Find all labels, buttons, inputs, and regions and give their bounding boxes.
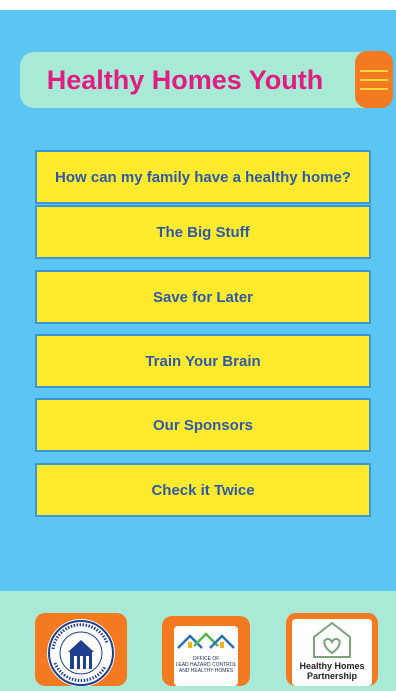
nav-button-label: Save for Later bbox=[152, 288, 254, 306]
menu-button[interactable] bbox=[355, 51, 393, 108]
sponsor-footer: OFFICE OF LEAD HAZARD CONTROL AND HEALTH… bbox=[0, 591, 396, 691]
nav-button-label: Our Sponsors bbox=[152, 416, 253, 434]
hhp-line1: Healthy Homes bbox=[299, 661, 365, 671]
hhp-line2: Partnership bbox=[306, 671, 357, 681]
nav-button-our-sponsors[interactable]: Our Sponsors bbox=[35, 398, 371, 452]
hud-seal-logo bbox=[47, 619, 115, 687]
healthy-homes-partnership-sponsor-button[interactable]: Healthy Homes Partnership bbox=[286, 613, 378, 686]
app-header: Healthy Homes Youth bbox=[20, 52, 390, 108]
nav-button-label: Check it Twice bbox=[151, 481, 255, 499]
lead-hazard-office-sponsor-button[interactable]: OFFICE OF LEAD HAZARD CONTROL AND HEALTH… bbox=[162, 616, 250, 686]
nav-button-check-it-twice[interactable]: Check it Twice bbox=[35, 463, 371, 517]
lead-hazard-office-logo: OFFICE OF LEAD HAZARD CONTROL AND HEALTH… bbox=[174, 626, 238, 686]
app-title: Healthy Homes Youth bbox=[46, 64, 324, 95]
house-heart-icon bbox=[313, 621, 351, 658]
nav-button-label: Train Your Brain bbox=[145, 352, 261, 370]
nav-button-save-for-later[interactable]: Save for Later bbox=[35, 270, 371, 324]
lead-office-line3: AND HEALTHY HOMES bbox=[178, 668, 234, 674]
nav-button-label: The Big Stuff bbox=[156, 223, 250, 241]
nav-button-train-your-brain[interactable]: Train Your Brain bbox=[35, 334, 371, 388]
nav-button-healthy-home[interactable]: How can my family have a healthy home? bbox=[35, 150, 371, 204]
nav-button-label: How can my family have a healthy home? bbox=[55, 168, 351, 186]
nav-button-big-stuff[interactable]: The Big Stuff bbox=[35, 205, 371, 259]
status-bar bbox=[0, 0, 396, 10]
houses-roof-icon bbox=[177, 632, 235, 649]
healthy-homes-partnership-logo: Healthy Homes Partnership bbox=[292, 619, 372, 686]
hud-sponsor-button[interactable] bbox=[35, 613, 127, 687]
